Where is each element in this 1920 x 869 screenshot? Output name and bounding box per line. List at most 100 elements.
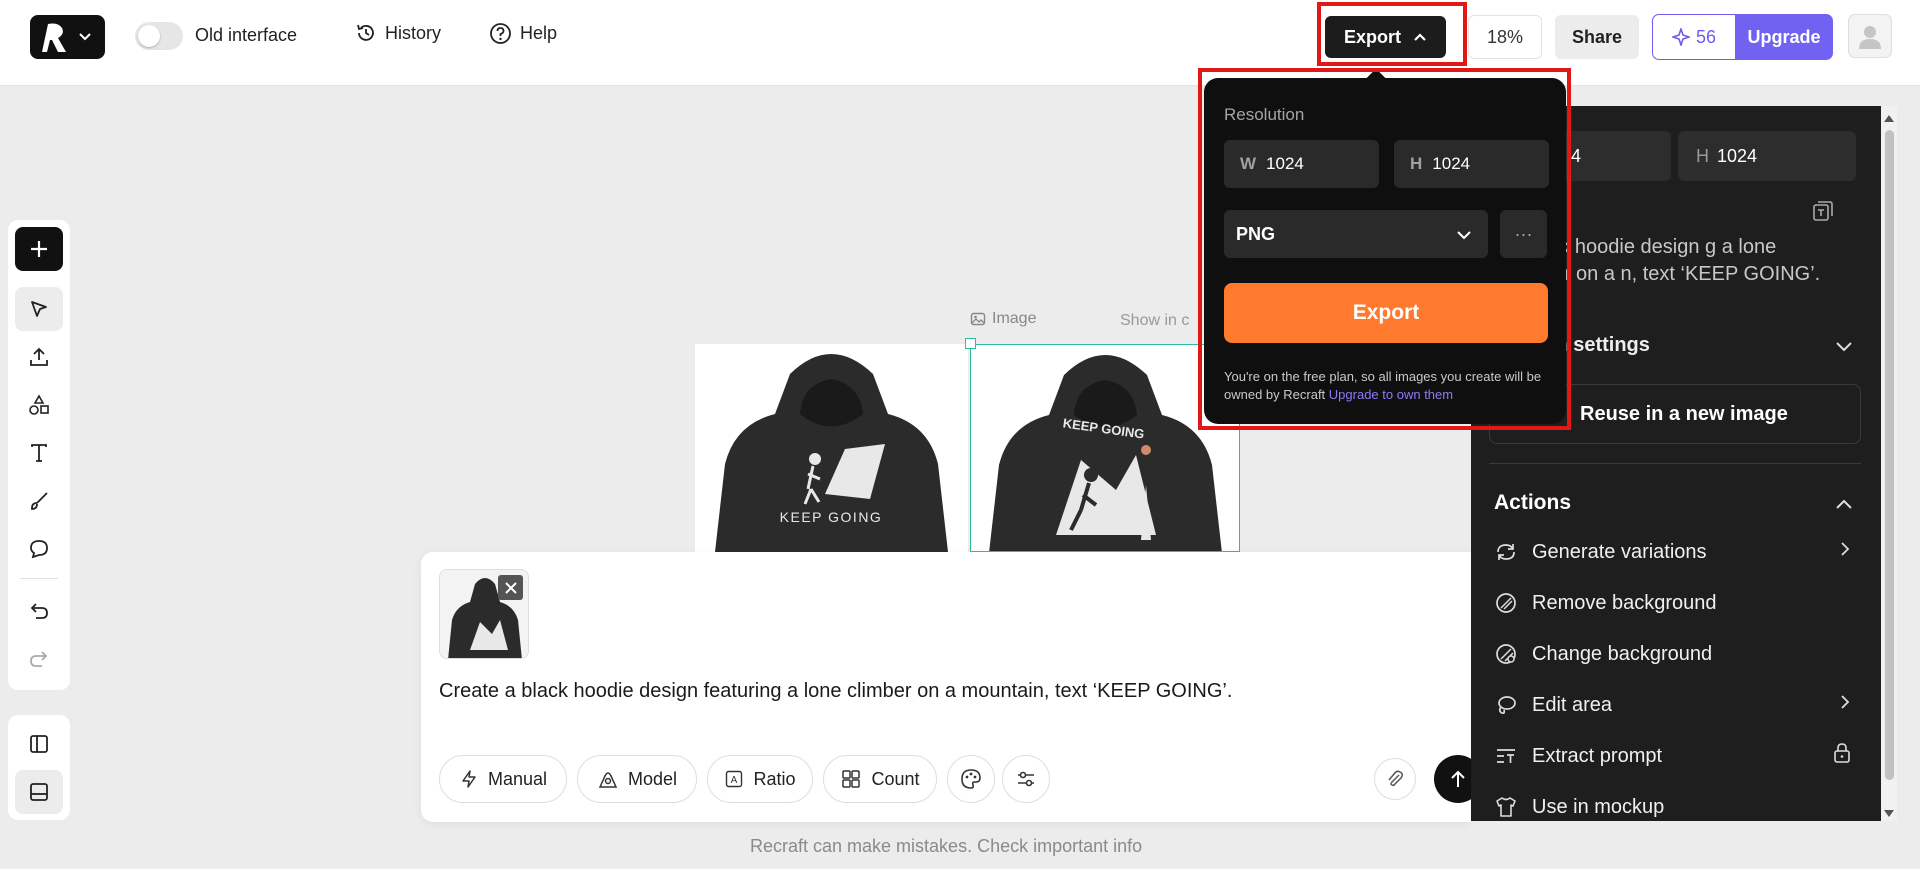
upgrade-link[interactable]: Upgrade to own them (1329, 387, 1453, 402)
manual-chip[interactable]: Manual (439, 755, 567, 803)
hoodie-text-1: KEEP GOING (780, 509, 883, 525)
upload-icon (30, 347, 48, 366)
credits-button[interactable]: 56 (1652, 14, 1735, 60)
show-in-link[interactable]: Show in c (1120, 312, 1189, 330)
model-chip[interactable]: Model (577, 755, 697, 803)
action-extract-prompt[interactable]: Extract prompt (1494, 736, 1869, 776)
chevron-up-icon (1836, 499, 1852, 509)
help-button[interactable]: Help (489, 22, 557, 45)
selection-handle[interactable] (965, 338, 976, 349)
history-icon (357, 24, 374, 41)
palette-chip[interactable] (947, 755, 995, 803)
grid-icon (842, 770, 861, 788)
prompt-panel: Create a black hoodie design featuring a… (421, 552, 1482, 822)
action-remove-background[interactable]: Remove background (1494, 583, 1869, 623)
brush-tool-button[interactable] (15, 479, 63, 523)
actions-title: Actions (1494, 491, 1572, 514)
export-label: Export (1343, 26, 1401, 47)
old-interface-label: Old interface (195, 25, 298, 45)
credits-count: 56 (1695, 26, 1717, 47)
width-value: 4 (1570, 145, 1581, 166)
speech-bubble-icon (30, 540, 48, 559)
undo-button[interactable] (15, 588, 63, 632)
shapes-tool-button[interactable] (15, 383, 63, 427)
scroll-up-arrow[interactable] (1883, 110, 1895, 128)
export-height-input[interactable]: H 1024 (1394, 140, 1549, 188)
more-options-button[interactable]: ··· (1500, 210, 1547, 258)
old-interface-toggle[interactable] (135, 22, 183, 50)
format-value: PNG (1236, 223, 1276, 244)
resolution-title: Resolution (1224, 105, 1305, 124)
action-label: Use in mockup (1532, 795, 1665, 818)
remove-reference-button[interactable] (498, 575, 523, 600)
width-key: W (1240, 154, 1257, 173)
settings-chevron[interactable] (1835, 340, 1853, 358)
chevron-up-icon (1414, 33, 1426, 41)
settings-chip[interactable] (1002, 755, 1050, 803)
prompt-input[interactable]: Create a black hoodie design featuring a… (439, 680, 1232, 703)
upgrade-button[interactable]: Upgrade (1735, 14, 1833, 60)
history-label: History (385, 22, 442, 43)
add-tool-button[interactable] (15, 227, 63, 271)
panel-scrollbar-thumb[interactable] (1885, 130, 1894, 780)
action-change-background[interactable]: Change background (1494, 634, 1869, 674)
lightning-icon (462, 770, 476, 788)
ratio-chip[interactable]: A Ratio (707, 755, 813, 803)
refresh-icon (1494, 540, 1518, 564)
brush-icon (31, 492, 48, 510)
layout-toolbar (8, 715, 70, 820)
scroll-down-arrow[interactable] (1883, 806, 1895, 824)
text-icon (31, 444, 47, 462)
arrow-up-icon (1451, 770, 1465, 787)
chevron-down-icon (1456, 225, 1472, 246)
disclaimer-text: Recraft can make mistakes. Check importa… (750, 836, 1143, 856)
share-button[interactable]: Share (1555, 15, 1639, 59)
upload-tool-button[interactable] (15, 335, 63, 379)
redo-icon (30, 651, 48, 667)
export-button[interactable]: Export (1325, 16, 1446, 58)
select-tool-button[interactable] (15, 287, 63, 331)
free-plan-note: You're on the free plan, so all images y… (1224, 368, 1554, 404)
action-generate-variations[interactable]: Generate variations (1494, 532, 1869, 572)
action-label: Generate variations (1532, 540, 1707, 563)
height-value: 1024 (1717, 145, 1758, 166)
height-field[interactable]: H 1024 (1678, 131, 1856, 181)
text-tool-button[interactable] (15, 431, 63, 475)
zoom-level[interactable]: 18% (1468, 15, 1542, 59)
action-use-in-mockup[interactable]: Use in mockup (1494, 787, 1869, 821)
close-icon (504, 581, 517, 594)
sparkle-icon (1671, 28, 1690, 46)
sidebar-icon (30, 735, 48, 753)
bottom-panel-toggle[interactable] (15, 770, 63, 814)
chevron-right-icon (1839, 693, 1851, 717)
top-bar: Old interface History Help Export 18% Sh… (0, 0, 1920, 86)
image-frame-label[interactable]: Image (970, 310, 1036, 328)
logo-menu-button[interactable] (30, 15, 105, 59)
comment-tool-button[interactable] (15, 527, 63, 571)
chevron-down-icon (79, 33, 91, 41)
history-button[interactable]: History (355, 22, 441, 44)
width-value: 1024 (1266, 154, 1304, 173)
export-confirm-button[interactable]: Export (1224, 283, 1548, 343)
action-label: Remove background (1532, 591, 1717, 614)
action-label: Extract prompt (1532, 744, 1663, 767)
copy-prompt-button[interactable] (1811, 199, 1835, 228)
lasso-icon (1494, 693, 1518, 717)
remove-bg-icon (1494, 591, 1518, 615)
avatar[interactable] (1848, 14, 1892, 58)
actions-collapse[interactable] (1835, 497, 1853, 515)
image-icon (970, 312, 986, 326)
redo-button[interactable] (15, 636, 63, 680)
side-panel-toggle[interactable] (15, 722, 63, 766)
height-key: H (1696, 145, 1709, 166)
shapes-icon (29, 394, 49, 415)
format-select[interactable]: PNG (1224, 210, 1488, 258)
chevron-right-icon (1839, 540, 1851, 564)
export-width-input[interactable]: W 1024 (1224, 140, 1379, 188)
hoodie-image-2[interactable]: KEEP GOING (970, 344, 1240, 552)
count-chip[interactable]: Count (823, 755, 937, 803)
hoodie-image-1[interactable]: KEEP GOING (695, 344, 968, 552)
action-label: Edit area (1532, 693, 1613, 716)
action-edit-area[interactable]: Edit area (1494, 685, 1869, 725)
attach-button[interactable] (1374, 758, 1416, 800)
